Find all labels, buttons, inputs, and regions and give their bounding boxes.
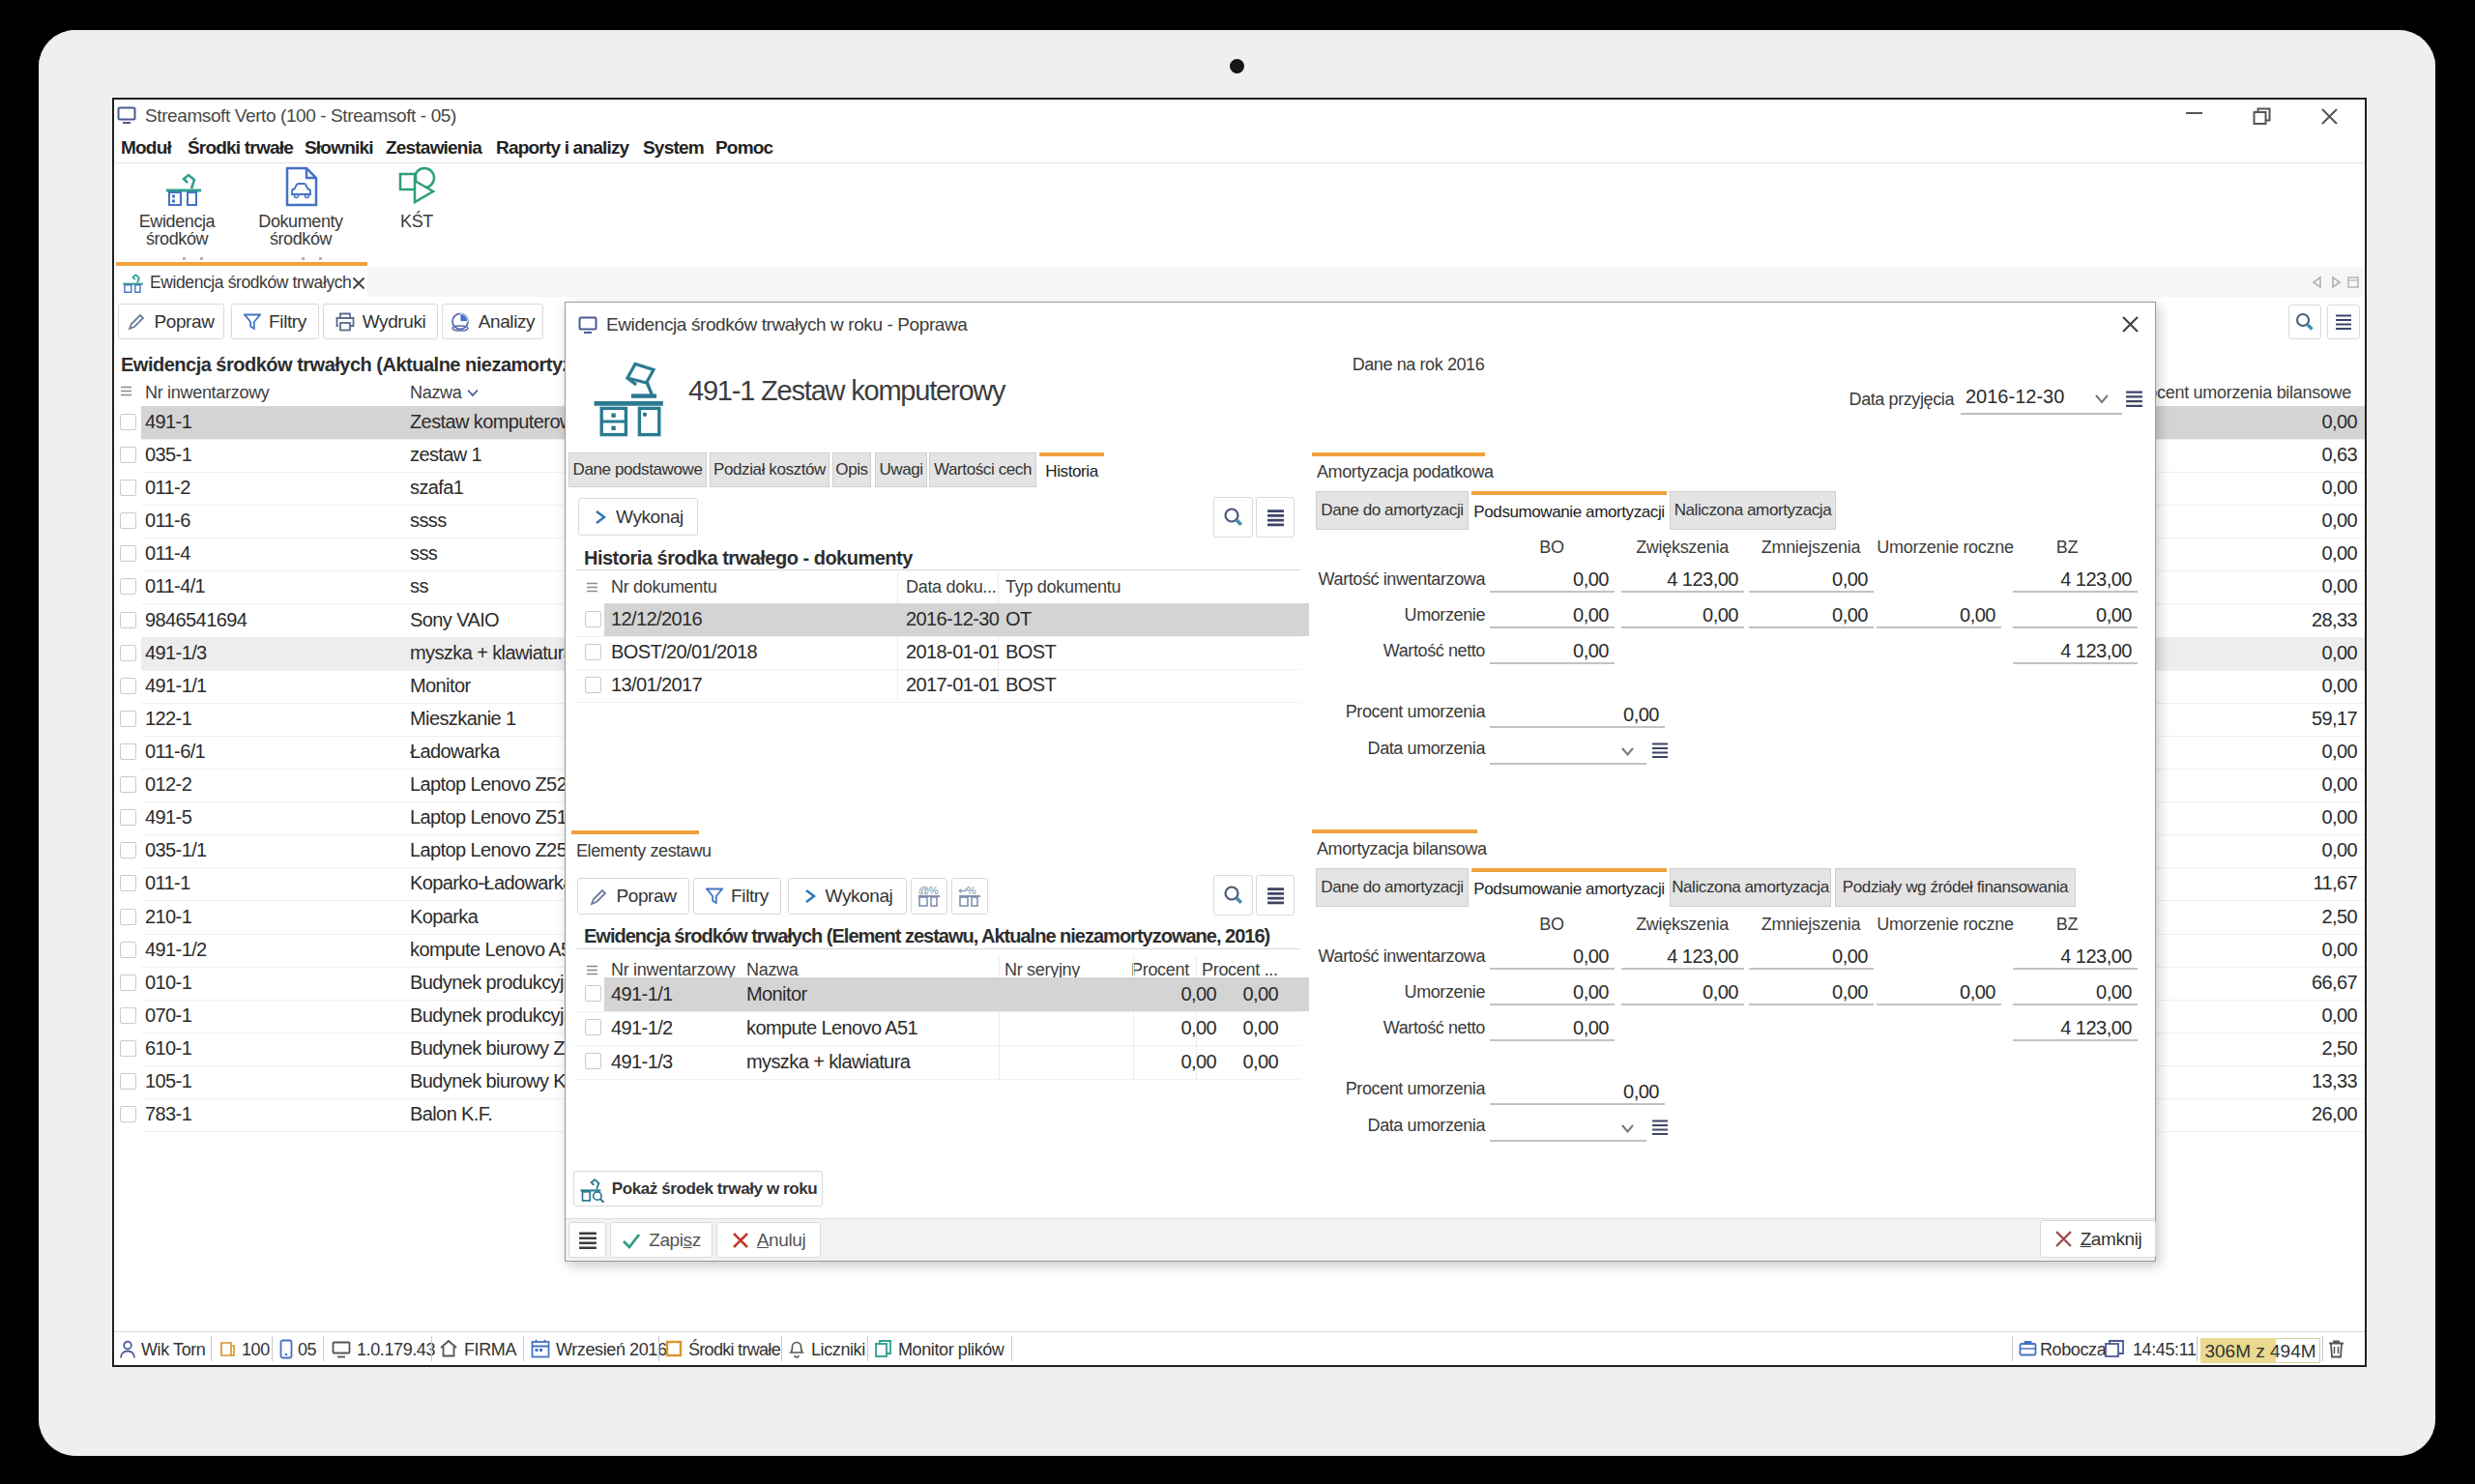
svg-text:@%: @% xyxy=(918,885,939,896)
svg-text:↩%: ↩% xyxy=(958,885,976,896)
